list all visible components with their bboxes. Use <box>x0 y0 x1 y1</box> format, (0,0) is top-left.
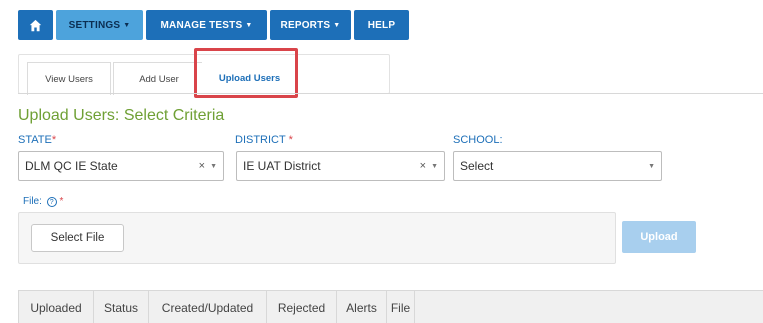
school-label: SCHOOL: <box>453 134 503 146</box>
col-alerts[interactable]: Alerts <box>337 291 387 323</box>
select-file-button[interactable]: Select File <box>31 224 124 252</box>
school-select-value: Select <box>460 159 494 173</box>
nav-manage-tests[interactable]: MANAGE TESTS ▼ <box>146 10 267 40</box>
help-icon[interactable]: ? <box>46 197 57 207</box>
table-header: Uploaded Status Created/Updated Rejected… <box>19 291 763 323</box>
required-mark: * <box>59 196 64 207</box>
chevron-down-icon: ▼ <box>333 21 341 29</box>
district-select[interactable]: IE UAT District × ▼ <box>236 151 445 181</box>
nav-reports-label: REPORTS <box>280 19 331 31</box>
school-select[interactable]: Select ▼ <box>453 151 662 181</box>
nav-manage-tests-label: MANAGE TESTS <box>160 19 243 31</box>
chevron-down-icon: ▼ <box>648 162 655 170</box>
chevron-down-icon: ▼ <box>123 21 131 29</box>
tab-view-users[interactable]: View Users <box>27 62 111 95</box>
file-label: File: ? * <box>23 196 63 207</box>
district-label: DISTRICT * <box>235 134 293 146</box>
col-uploaded[interactable]: Uploaded <box>19 291 94 323</box>
state-select[interactable]: DLM QC IE State × ▼ <box>18 151 224 181</box>
nav-help[interactable]: HELP <box>354 10 409 40</box>
divider <box>18 93 763 94</box>
state-label-text: STATE <box>18 134 52 146</box>
required-mark: * <box>51 134 57 146</box>
col-rejected[interactable]: Rejected <box>267 291 337 323</box>
clear-icon[interactable]: × <box>199 160 205 172</box>
state-label: STATE* <box>18 134 56 146</box>
nav-reports[interactable]: REPORTS ▼ <box>270 10 351 40</box>
state-select-value: DLM QC IE State <box>25 159 118 173</box>
file-label-text: File: <box>23 196 42 207</box>
top-nav: SETTINGS ▼ MANAGE TESTS ▼ REPORTS ▼ HELP <box>18 10 409 40</box>
upload-history-table: Uploaded Status Created/Updated Rejected… <box>18 290 763 323</box>
col-created-updated[interactable]: Created/Updated <box>149 291 267 323</box>
nav-settings[interactable]: SETTINGS ▼ <box>56 10 143 40</box>
upload-button[interactable]: Upload <box>622 221 696 253</box>
required-mark: * <box>288 134 293 146</box>
nav-settings-label: SETTINGS <box>68 19 121 31</box>
tab-add-user[interactable]: Add User <box>113 62 205 95</box>
col-file[interactable]: File <box>387 291 415 323</box>
chevron-down-icon: ▼ <box>431 162 438 170</box>
home-button[interactable] <box>18 10 53 40</box>
district-select-value: IE UAT District <box>243 159 321 173</box>
highlight-box <box>194 48 298 98</box>
chevron-down-icon: ▼ <box>245 21 253 29</box>
chevron-down-icon: ▼ <box>210 162 217 170</box>
col-status[interactable]: Status <box>94 291 149 323</box>
district-label-text: DISTRICT <box>235 134 286 146</box>
page-title: Upload Users: Select Criteria <box>18 107 225 124</box>
clear-icon[interactable]: × <box>420 160 426 172</box>
nav-help-label: HELP <box>367 19 396 31</box>
file-drop-area: Select File <box>18 212 616 264</box>
home-icon <box>29 19 42 31</box>
